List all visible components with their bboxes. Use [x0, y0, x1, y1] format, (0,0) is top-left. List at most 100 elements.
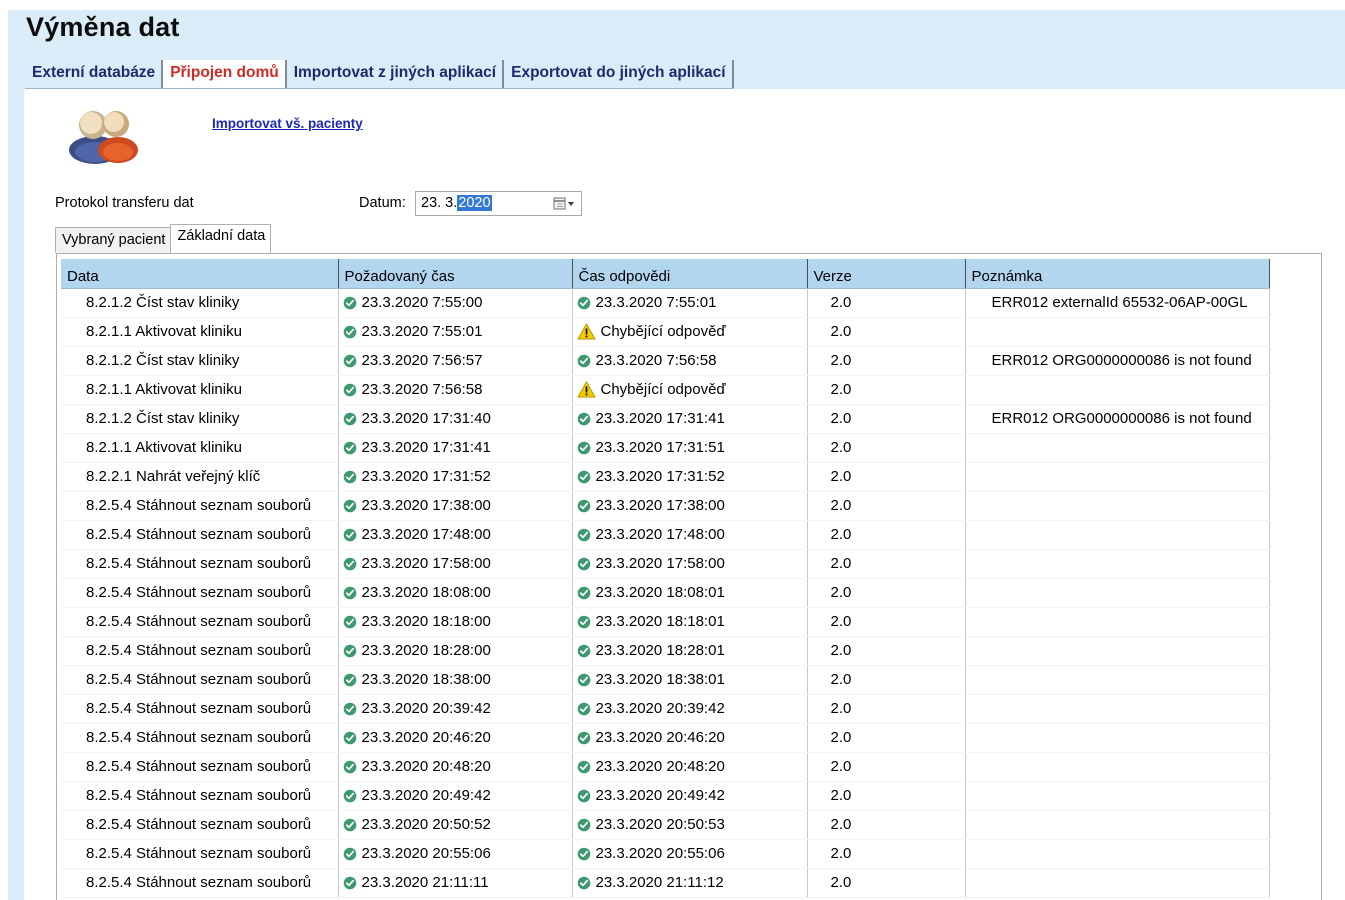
- cell-version: 2.0: [807, 694, 966, 724]
- check-circle-icon: [343, 383, 356, 396]
- cell-version: 2.0: [807, 346, 966, 376]
- table-row[interactable]: 8.2.2.1 Nahrát veřejný klíč 23.3.2020 17:…: [61, 462, 1270, 492]
- check-circle-icon: [577, 615, 590, 628]
- cell-requested-time: 23.3.2020 20:39:42: [338, 694, 573, 724]
- cell-requested-time: 23.3.2020 17:31:52: [338, 462, 573, 492]
- tab-external-database[interactable]: Externí databáze: [25, 60, 164, 88]
- cell-requested-time: 23.3.2020 17:31:40: [338, 404, 573, 434]
- cell-data: 8.2.5.4 Stáhnout seznam souborů: [61, 491, 339, 521]
- column-header-note[interactable]: Poznámka: [965, 259, 1270, 289]
- table-row[interactable]: 8.2.5.4 Stáhnout seznam souborů 23.3.2020…: [61, 578, 1270, 608]
- cell-requested-time: 23.3.2020 20:50:52: [338, 810, 573, 840]
- check-circle-icon: [343, 673, 356, 686]
- cell-requested-time: 23.3.2020 17:38:00: [338, 491, 573, 521]
- calendar-dropdown-icon[interactable]: [553, 197, 575, 211]
- cell-response-time: 23.3.2020 17:58:00: [572, 549, 808, 579]
- cell-note: [965, 375, 1270, 405]
- cell-version: 2.0: [807, 810, 966, 840]
- table-row[interactable]: 8.2.5.4 Stáhnout seznam souborů 23.3.2020…: [61, 665, 1270, 695]
- table-row[interactable]: 8.2.1.1 Aktivovat kliniku 23.3.2020 7:56:…: [61, 375, 1270, 405]
- table-row[interactable]: 8.2.5.4 Stáhnout seznam souborů 23.3.2020…: [61, 810, 1270, 840]
- import-all-patients-link[interactable]: Importovat vš. pacienty: [212, 116, 363, 131]
- cell-note: ERR012 ORG0000000086 is not found: [965, 346, 1270, 376]
- cell-data: 8.2.5.4 Stáhnout seznam souborů: [61, 839, 339, 869]
- table-row[interactable]: 8.2.5.4 Stáhnout seznam souborů 23.3.2020…: [61, 752, 1270, 782]
- column-header-requested-time[interactable]: Požadovaný čas: [338, 259, 573, 289]
- transfer-log-table: Data Požadovaný čas Čas odpovědi Verze P…: [61, 259, 1270, 898]
- cell-data: 8.2.5.4 Stáhnout seznam souborů: [61, 694, 339, 724]
- check-circle-icon: [343, 499, 356, 512]
- cell-version: 2.0: [807, 317, 966, 347]
- cell-requested-time: 23.3.2020 18:08:00: [338, 578, 573, 608]
- date-value[interactable]: 23. 3.2020: [421, 195, 492, 211]
- check-circle-icon: [343, 644, 356, 657]
- cell-note: [965, 317, 1270, 347]
- cell-note: [965, 607, 1270, 637]
- table-row[interactable]: 8.2.5.4 Stáhnout seznam souborů 23.3.2020…: [61, 549, 1270, 579]
- requested-time-text: 23.3.2020 20:55:06: [361, 845, 491, 862]
- requested-time-text: 23.3.2020 7:55:01: [361, 323, 483, 340]
- table-row[interactable]: 8.2.1.2 Číst stav kliniky 23.3.2020 7:55:…: [61, 288, 1270, 318]
- cell-note: [965, 781, 1270, 811]
- table-row[interactable]: 8.2.5.4 Stáhnout seznam souborů 23.3.2020…: [61, 723, 1270, 753]
- table-row[interactable]: 8.2.5.4 Stáhnout seznam souborů 23.3.2020…: [61, 839, 1270, 869]
- cell-requested-time: 23.3.2020 17:58:00: [338, 549, 573, 579]
- cell-response-time: 23.3.2020 17:31:52: [572, 462, 808, 492]
- tab-selected-patient[interactable]: Vybraný pacient: [55, 227, 172, 253]
- table-row[interactable]: 8.2.1.2 Číst stav kliniky 23.3.2020 7:56:…: [61, 346, 1270, 376]
- response-time-text: 23.3.2020 17:58:00: [595, 555, 725, 572]
- cell-version: 2.0: [807, 491, 966, 521]
- cell-response-time: Chybějící odpověď: [572, 375, 808, 405]
- table-row[interactable]: 8.2.5.4 Stáhnout seznam souborů 23.3.2020…: [61, 607, 1270, 637]
- cell-requested-time: 23.3.2020 7:56:57: [338, 346, 573, 376]
- response-time-text: 23.3.2020 20:50:53: [595, 816, 725, 833]
- check-circle-icon: [343, 789, 356, 802]
- cell-note: [965, 723, 1270, 753]
- cell-data: 8.2.1.2 Číst stav kliniky: [61, 346, 339, 376]
- requested-time-text: 23.3.2020 17:31:41: [361, 439, 491, 456]
- check-circle-icon: [577, 441, 590, 454]
- check-circle-icon: [577, 470, 590, 483]
- check-circle-icon: [577, 760, 590, 773]
- check-circle-icon: [343, 702, 356, 715]
- table-header-row: Data Požadovaný čas Čas odpovědi Verze P…: [61, 259, 1270, 289]
- response-time-text: 23.3.2020 17:31:52: [595, 468, 725, 485]
- check-circle-icon: [577, 354, 590, 367]
- cell-data: 8.2.5.4 Stáhnout seznam souborů: [61, 607, 339, 637]
- cell-note: [965, 665, 1270, 695]
- table-row[interactable]: 8.2.5.4 Stáhnout seznam souborů 23.3.2020…: [61, 781, 1270, 811]
- page-title: Výměna dat: [26, 12, 180, 42]
- table-row[interactable]: 8.2.5.4 Stáhnout seznam souborů 23.3.2020…: [61, 491, 1270, 521]
- cell-requested-time: 23.3.2020 18:18:00: [338, 607, 573, 637]
- check-circle-icon: [577, 731, 590, 744]
- table-row[interactable]: 8.2.1.1 Aktivovat kliniku 23.3.2020 7:55:…: [61, 317, 1270, 347]
- table-row[interactable]: 8.2.5.4 Stáhnout seznam souborů 23.3.2020…: [61, 636, 1270, 666]
- table-row[interactable]: 8.2.1.2 Číst stav kliniky 23.3.2020 17:31…: [61, 404, 1270, 434]
- table-row[interactable]: 8.2.5.4 Stáhnout seznam souborů 23.3.2020…: [61, 520, 1270, 550]
- table-row[interactable]: 8.2.5.4 Stáhnout seznam souborů 23.3.2020…: [61, 694, 1270, 724]
- check-circle-icon: [577, 702, 590, 715]
- check-circle-icon: [343, 441, 356, 454]
- requested-time-text: 23.3.2020 18:08:00: [361, 584, 491, 601]
- cell-response-time: 23.3.2020 20:39:42: [572, 694, 808, 724]
- response-time-text: 23.3.2020 17:31:41: [595, 410, 725, 427]
- tab-home-connection[interactable]: Připojen domů: [163, 60, 287, 88]
- tab-import-from-apps[interactable]: Importovat z jiných aplikací: [287, 60, 505, 88]
- response-time-text: Chybějící odpověď: [600, 381, 726, 398]
- check-circle-icon: [577, 499, 590, 512]
- warning-triangle-icon: [576, 381, 596, 398]
- tab-basic-data[interactable]: Základní data: [170, 224, 272, 253]
- table-row[interactable]: 8.2.1.1 Aktivovat kliniku 23.3.2020 17:31…: [61, 433, 1270, 463]
- column-header-response-time[interactable]: Čas odpovědi: [572, 259, 808, 289]
- response-time-text: 23.3.2020 18:08:01: [595, 584, 725, 601]
- response-time-text: 23.3.2020 20:39:42: [595, 700, 725, 717]
- cell-note: [965, 839, 1270, 869]
- tab-export-to-apps[interactable]: Exportovat do jiných aplikací: [504, 60, 734, 88]
- column-header-version[interactable]: Verze: [807, 259, 966, 289]
- response-time-text: 23.3.2020 17:48:00: [595, 526, 725, 543]
- date-picker-field[interactable]: 23. 3.2020: [415, 191, 582, 216]
- check-circle-icon: [577, 528, 590, 541]
- cell-requested-time: 23.3.2020 17:31:41: [338, 433, 573, 463]
- table-row[interactable]: 8.2.5.4 Stáhnout seznam souborů 23.3.2020…: [61, 868, 1270, 898]
- column-header-data[interactable]: Data: [61, 259, 339, 289]
